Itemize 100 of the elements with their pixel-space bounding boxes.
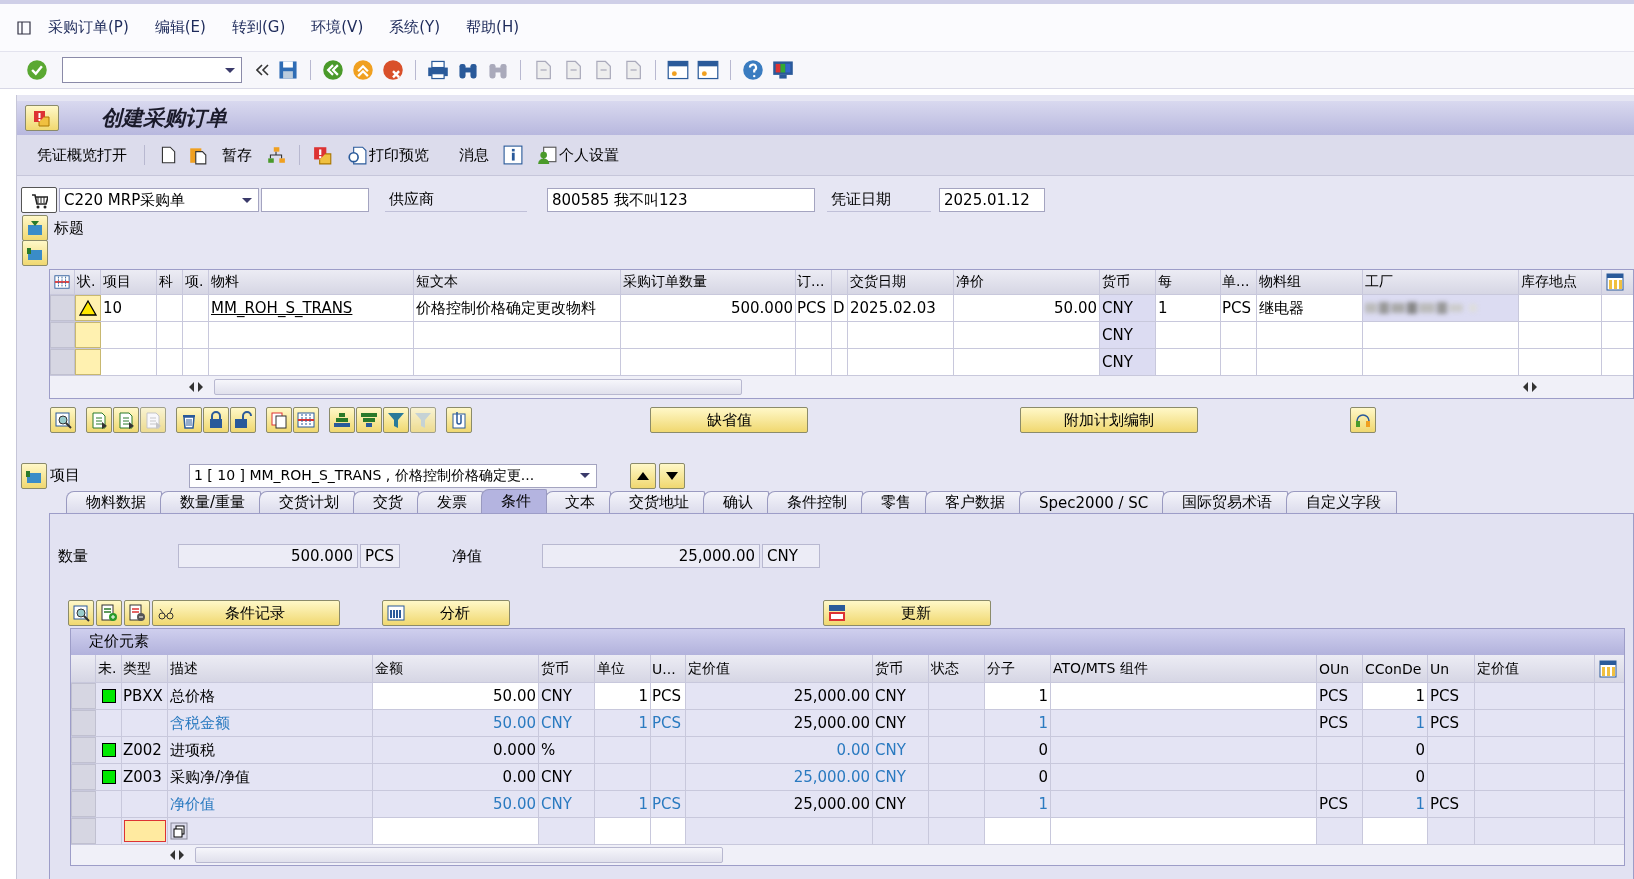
tab[interactable]: 确认	[703, 491, 770, 513]
tab[interactable]: 交货计划	[259, 491, 356, 513]
next-item-button[interactable]	[659, 462, 685, 489]
collapse-button[interactable]	[21, 462, 47, 489]
tab[interactable]: 交货地址	[609, 491, 706, 513]
column-header[interactable]: 类型	[122, 655, 168, 682]
window-icon[interactable]	[697, 59, 719, 81]
monitor-icon[interactable]	[772, 59, 794, 81]
menu-item[interactable]: 编辑(E)	[154, 18, 206, 37]
menu-item[interactable]: 采购订单(P)	[48, 18, 129, 37]
paste-icon[interactable]	[188, 145, 208, 165]
column-header[interactable]: 物料	[209, 270, 414, 294]
alert-icon[interactable]	[313, 145, 333, 165]
menu-icon[interactable]	[16, 18, 34, 37]
support-button[interactable]	[1350, 407, 1376, 433]
schedule-button[interactable]: 附加计划编制	[1020, 407, 1198, 433]
item-dropdown[interactable]: 1 [ 10 ] MM_ROH_S_TRANS , 价格控制价格确定更...	[189, 463, 597, 488]
delete-button[interactable]	[176, 407, 202, 433]
tab[interactable]: 交货	[353, 491, 420, 513]
print-icon[interactable]	[427, 59, 449, 81]
column-header[interactable]: 分子	[985, 655, 1051, 682]
copy-icon[interactable]	[170, 822, 188, 840]
column-header[interactable]: 货币	[1100, 270, 1156, 294]
hierarchy-icon[interactable]	[266, 145, 286, 165]
column-header[interactable]: 货币	[539, 655, 595, 682]
sort-button[interactable]	[329, 407, 355, 433]
horizontal-scrollbar[interactable]	[195, 847, 723, 863]
save-icon[interactable]	[277, 59, 299, 81]
table-cell[interactable]: 1	[595, 683, 651, 709]
column-header[interactable]: 未.	[96, 655, 122, 682]
status-cell[interactable]	[75, 322, 101, 348]
default-values-button[interactable]: 缺省值	[650, 407, 808, 433]
status-cell[interactable]	[75, 349, 101, 375]
column-header[interactable]: CConDe	[1363, 655, 1428, 682]
column-header[interactable]: 项目	[101, 270, 157, 294]
command-field[interactable]	[62, 57, 242, 83]
column-header[interactable]: 定价值	[1475, 655, 1595, 682]
column-header[interactable]: 每	[1156, 270, 1221, 294]
copy-button[interactable]	[266, 407, 292, 433]
column-header[interactable]: 货币	[873, 655, 929, 682]
details-button[interactable]	[50, 407, 76, 433]
column-header[interactable]: 单...	[1221, 270, 1257, 294]
tab[interactable]: 客户数据	[925, 491, 1022, 513]
tab[interactable]: Spec2000 / SC	[1019, 491, 1165, 513]
attachment-button[interactable]	[446, 407, 472, 433]
help-icon[interactable]	[742, 59, 764, 81]
table-cell[interactable]: 1	[1363, 683, 1428, 709]
scroll-arrows-icon[interactable]	[169, 849, 185, 861]
delete-row-button[interactable]	[124, 600, 150, 626]
input-field[interactable]	[595, 818, 651, 844]
tab[interactable]: 数量/重量	[160, 491, 262, 513]
column-header[interactable]: 交货日期	[848, 270, 954, 294]
column-header[interactable]: 订...	[796, 270, 832, 294]
cancel-icon[interactable]	[382, 59, 404, 81]
sort-button[interactable]	[356, 407, 382, 433]
tab[interactable]: 零售	[861, 491, 928, 513]
column-header[interactable]: 描述	[168, 655, 373, 682]
date-field[interactable]: 2025.01.12	[939, 188, 1045, 212]
grid-button[interactable]	[293, 407, 319, 433]
column-header[interactable]: OUn	[1317, 655, 1363, 682]
document-type-field[interactable]: C220 MRP采购单	[59, 188, 259, 212]
tab[interactable]: 自定义字段	[1286, 491, 1398, 513]
menu-item[interactable]: 系统(Y)	[389, 18, 441, 37]
column-header[interactable]: ATO/MTS 组件	[1051, 655, 1317, 682]
print-preview-button[interactable]: 打印预览	[343, 145, 433, 165]
screen-menu-button[interactable]	[25, 105, 59, 131]
tab[interactable]: 文本	[545, 491, 612, 513]
column-header[interactable]: 状.	[75, 270, 101, 294]
lock-button[interactable]	[203, 407, 229, 433]
table-settings-icon[interactable]	[54, 274, 70, 290]
tab[interactable]: 条件	[481, 489, 548, 513]
input-field[interactable]	[651, 818, 686, 844]
column-header[interactable]: 科	[157, 270, 183, 294]
filter-button[interactable]	[383, 407, 409, 433]
condition-type-field[interactable]	[124, 820, 166, 842]
toolbar-button[interactable]: 凭证概览打开	[33, 145, 131, 165]
layout-icon[interactable]	[1606, 273, 1624, 291]
column-header[interactable]: Un	[1428, 655, 1475, 682]
window-icon[interactable]	[667, 59, 689, 81]
column-header[interactable]: 采购订单数量	[621, 270, 796, 294]
collapse-button[interactable]	[22, 240, 48, 266]
info-icon[interactable]	[503, 145, 523, 165]
unlock-button[interactable]	[230, 407, 256, 433]
add-row-button[interactable]	[96, 600, 122, 626]
column-header[interactable]: 净价	[954, 270, 1100, 294]
filter-button[interactable]	[410, 407, 436, 433]
toolbar-button[interactable]: 暂存	[218, 145, 256, 165]
back-icon[interactable]	[322, 59, 344, 81]
update-button[interactable]: 更新	[823, 600, 991, 626]
column-header[interactable]: 工厂	[1363, 270, 1519, 294]
tab[interactable]: 发票	[417, 491, 484, 513]
column-header[interactable]: 短文本	[414, 270, 621, 294]
menu-item[interactable]: 帮助(H)	[466, 18, 520, 37]
input-field[interactable]	[1051, 683, 1317, 709]
tab[interactable]: 国际贸易术语	[1162, 491, 1289, 513]
cart-button[interactable]	[21, 187, 57, 213]
toolbar-button[interactable]: 消息	[455, 145, 493, 165]
column-header[interactable]: 单位	[595, 655, 651, 682]
table-cell[interactable]: 50.00	[373, 683, 539, 709]
material-link[interactable]: MM_ROH_S_TRANS	[209, 295, 414, 321]
